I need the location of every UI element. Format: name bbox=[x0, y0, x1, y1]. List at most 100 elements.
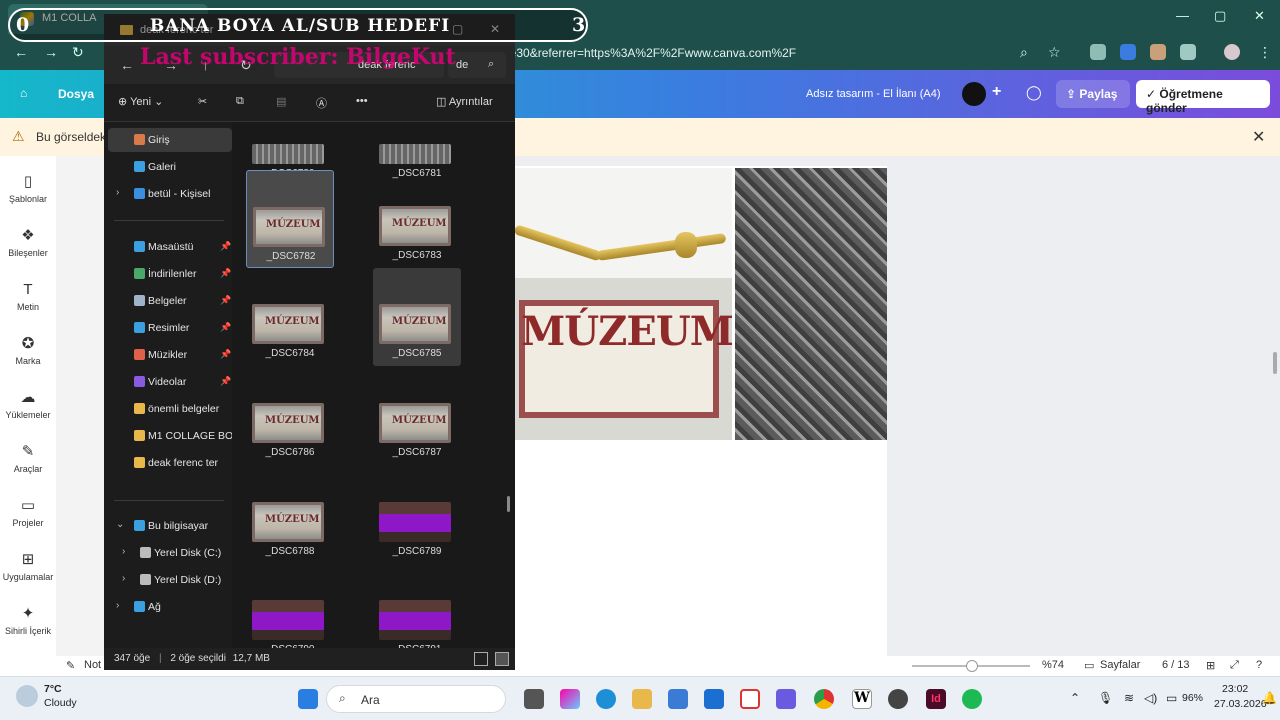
canvas-scrollbar[interactable] bbox=[1273, 352, 1277, 374]
file-item[interactable]: _DSC6791 bbox=[373, 564, 461, 648]
nav-item[interactable]: › Yerel Disk (C:) bbox=[104, 541, 232, 565]
clipchamp-icon[interactable] bbox=[776, 689, 796, 709]
notes-button[interactable]: Not bbox=[84, 659, 101, 671]
file-item[interactable]: _DSC6785 bbox=[373, 268, 461, 366]
help-icon[interactable]: ? bbox=[1256, 659, 1262, 671]
nav-item[interactable]: › Yerel Disk (D:) bbox=[104, 568, 232, 592]
nav-item[interactable]: İndirilenler 📌 bbox=[104, 262, 232, 286]
volume-icon[interactable]: ◁) bbox=[1144, 691, 1157, 705]
new-button[interactable]: ⊕ Yeni ⌄ bbox=[118, 95, 163, 108]
chrome-icon[interactable] bbox=[814, 689, 834, 709]
zoom-slider[interactable] bbox=[912, 660, 1030, 672]
pages-button[interactable]: Sayfalar bbox=[1100, 659, 1140, 671]
gmail-icon[interactable] bbox=[740, 689, 760, 709]
clock-time[interactable]: 23:02 bbox=[1222, 683, 1248, 695]
museum-sign-photo[interactable]: MÚZEUM bbox=[515, 278, 732, 440]
zoom-level[interactable]: %74 bbox=[1042, 659, 1064, 671]
reload-icon[interactable]: ↻ bbox=[72, 44, 84, 61]
file-scrollbar[interactable] bbox=[507, 496, 510, 512]
send-to-teacher-button[interactable]: ✓ Öğretmene gönder bbox=[1136, 80, 1270, 115]
wikipedia-icon[interactable]: W bbox=[852, 689, 872, 709]
design-page[interactable]: MÚZEUM bbox=[515, 166, 887, 656]
file-explorer-icon[interactable] bbox=[632, 689, 652, 709]
nav-item[interactable]: Resimler 📌 bbox=[104, 316, 232, 340]
details-button[interactable]: ◫ Ayrıntılar bbox=[436, 95, 493, 108]
details-view-icon[interactable] bbox=[474, 652, 488, 666]
sidebar-item[interactable]: ☁ Yüklemeler bbox=[0, 390, 56, 421]
nav-item[interactable]: önemli belgeler bbox=[104, 397, 232, 421]
user-avatar[interactable] bbox=[962, 82, 986, 106]
home-icon[interactable]: ⌂ bbox=[20, 86, 27, 100]
fullscreen-icon[interactable]: ⤢ bbox=[1230, 659, 1239, 672]
chevron-icon[interactable]: › bbox=[122, 573, 125, 584]
file-item[interactable]: _DSC6782 bbox=[246, 170, 334, 268]
menu-kebab-icon[interactable]: ⋮ bbox=[1258, 44, 1272, 61]
paste-icon[interactable]: ▤ bbox=[276, 95, 286, 108]
close-banner-icon[interactable]: ✕ bbox=[1252, 127, 1265, 147]
back-icon[interactable]: ← bbox=[120, 57, 134, 73]
file-item[interactable]: _DSC6787 bbox=[373, 367, 461, 465]
brass-rail-photo[interactable] bbox=[515, 168, 732, 278]
file-item[interactable]: _DSC6786 bbox=[246, 367, 334, 465]
chevron-icon[interactable]: › bbox=[116, 600, 119, 611]
nav-item[interactable]: ⌄ Bu bilgisayar bbox=[104, 514, 232, 538]
store-icon[interactable] bbox=[668, 689, 688, 709]
file-item[interactable]: _DSC6790 bbox=[246, 564, 334, 648]
wifi-icon[interactable]: ≋ bbox=[1124, 691, 1134, 705]
file-menu[interactable]: Dosya bbox=[58, 87, 94, 101]
url-field[interactable]: i=e30&referrer=https%3A%2F%2Fwww.canva.c… bbox=[500, 42, 1000, 64]
copilot-icon[interactable] bbox=[560, 689, 580, 709]
sidebar-item[interactable]: ✎ Araçlar bbox=[0, 444, 56, 475]
extension-icon[interactable] bbox=[1120, 44, 1136, 60]
design-title[interactable]: Adsız tasarım - El İlanı (A4) bbox=[806, 88, 940, 100]
chevron-icon[interactable]: › bbox=[116, 187, 119, 198]
outlook-icon[interactable] bbox=[704, 689, 724, 709]
indesign-icon[interactable]: Id bbox=[926, 689, 946, 709]
grid-view-icon[interactable]: ⊞ bbox=[1206, 659, 1215, 672]
nav-item[interactable]: Galeri bbox=[104, 155, 232, 179]
microphone-icon[interactable]: 🎙 bbox=[1098, 691, 1113, 705]
metal-plate-photo[interactable] bbox=[735, 168, 887, 440]
chevron-up-icon[interactable]: ⌃ bbox=[1070, 691, 1080, 705]
sidebar-item[interactable]: ⊞ Uygulamalar bbox=[0, 552, 56, 583]
sidebar-item[interactable]: ❖ Bileşenler bbox=[0, 228, 56, 259]
clock-date[interactable]: 27.03.2026 bbox=[1214, 698, 1267, 710]
more-icon[interactable]: ••• bbox=[356, 95, 368, 107]
nav-item[interactable]: deak ferenc ter bbox=[104, 451, 232, 475]
back-icon[interactable]: ← bbox=[14, 44, 28, 60]
edge-icon[interactable] bbox=[596, 689, 616, 709]
nav-item[interactable]: › Ağ bbox=[104, 595, 232, 619]
extension-icon[interactable] bbox=[1090, 44, 1106, 60]
nav-item[interactable]: Belgeler 📌 bbox=[104, 289, 232, 313]
sidebar-item[interactable]: ▯ Şablonlar bbox=[0, 174, 56, 205]
sidebar-item[interactable]: ✪ Marka bbox=[0, 336, 56, 367]
forward-icon[interactable]: → bbox=[44, 44, 58, 60]
zoom-slider-handle[interactable] bbox=[966, 660, 978, 672]
file-item[interactable]: _DSC6788 bbox=[246, 466, 334, 564]
search-input[interactable]: de ⌕ bbox=[448, 52, 506, 78]
page-counter[interactable]: 6 / 13 bbox=[1162, 659, 1190, 671]
close-icon[interactable]: ✕ bbox=[1254, 8, 1265, 24]
extension-icon[interactable] bbox=[1150, 44, 1166, 60]
sidebar-item[interactable]: ▭ Projeler bbox=[0, 498, 56, 529]
rename-icon[interactable]: Ⓐ bbox=[316, 95, 327, 111]
bookmark-star-icon[interactable]: ☆ bbox=[1048, 44, 1061, 61]
task-view-icon[interactable] bbox=[524, 689, 544, 709]
start-icon[interactable] bbox=[298, 689, 318, 709]
weather-icon[interactable] bbox=[16, 685, 38, 707]
notification-icon[interactable]: 🔔 bbox=[1262, 691, 1277, 705]
zoom-icon[interactable]: ⌕ bbox=[1020, 44, 1028, 61]
file-item[interactable]: _DSC6783 bbox=[373, 170, 461, 268]
nav-item[interactable]: Masaüstü 📌 bbox=[104, 235, 232, 259]
chevron-icon[interactable]: ⌄ bbox=[116, 519, 124, 530]
nav-item[interactable]: Videolar 📌 bbox=[104, 370, 232, 394]
comment-icon[interactable]: ◯ bbox=[1026, 84, 1042, 101]
nav-item[interactable]: Müzikler 📌 bbox=[104, 343, 232, 367]
taskbar-search[interactable]: ⌕ Ara bbox=[326, 685, 506, 713]
maximize-icon[interactable]: ▢ bbox=[1214, 8, 1226, 24]
notes-icon[interactable]: ✎ bbox=[66, 659, 75, 672]
nav-item[interactable]: Giriş bbox=[108, 128, 232, 152]
file-item[interactable]: _DSC6784 bbox=[246, 268, 334, 366]
nav-item[interactable]: › betül - Kişisel bbox=[104, 182, 232, 206]
sidebar-item[interactable]: T Metin bbox=[0, 282, 56, 313]
